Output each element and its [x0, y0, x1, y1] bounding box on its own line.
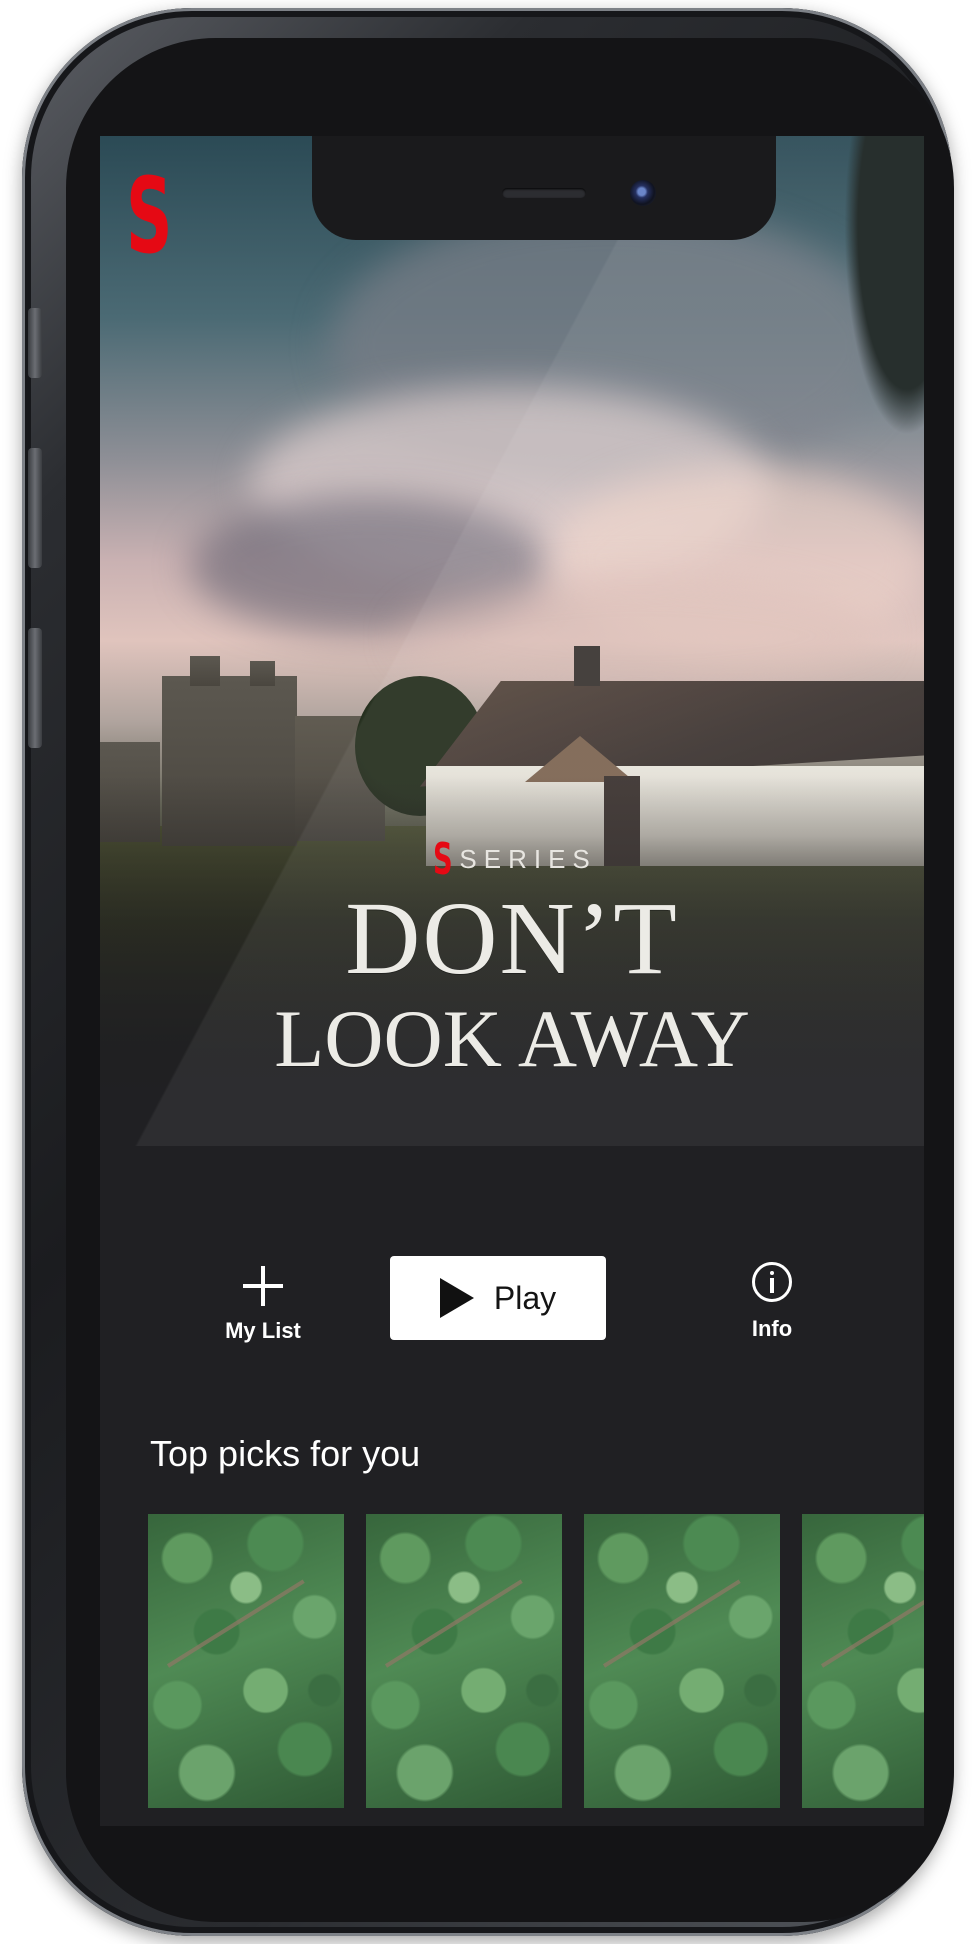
- my-list-label: My List: [225, 1318, 301, 1343]
- title-thumbnail[interactable]: [366, 1514, 562, 1808]
- title-thumbnail[interactable]: [802, 1514, 924, 1808]
- speaker-grille: [502, 188, 586, 198]
- hero-actions: My List Play Info: [100, 1256, 924, 1356]
- info-icon: [752, 1262, 792, 1302]
- hero-tree: [844, 136, 924, 436]
- phone-notch: [312, 136, 776, 240]
- hero-banner[interactable]: S S SERIES DON’T LOOK AWAY: [100, 136, 924, 1146]
- play-button[interactable]: Play: [390, 1256, 606, 1340]
- title-thumbnail[interactable]: [148, 1514, 344, 1808]
- app-screen: S S SERIES DON’T LOOK AWAY My List Play: [100, 136, 924, 1826]
- show-title-line2: LOOK AWAY: [274, 993, 750, 1084]
- info-label: Info: [751, 1316, 793, 1341]
- phone-bezel: S S SERIES DON’T LOOK AWAY My List Play: [66, 38, 954, 1922]
- silent-switch: [28, 308, 42, 378]
- top-picks-row[interactable]: [148, 1514, 924, 1808]
- row-title: Top picks for you: [150, 1433, 421, 1474]
- hero-ruin: [190, 656, 220, 686]
- plus-icon: [243, 1266, 283, 1306]
- hero-cloud: [400, 576, 880, 696]
- show-title-line1: DON’T: [345, 881, 679, 996]
- series-label: SERIES: [459, 844, 597, 874]
- play-icon: [439, 1278, 474, 1318]
- my-list-button[interactable]: My List: [208, 1256, 318, 1356]
- camera-icon: [630, 180, 656, 206]
- phone-device: S S SERIES DON’T LOOK AWAY My List Play: [22, 8, 954, 1936]
- play-label: Play: [493, 1279, 557, 1316]
- hero-ruin: [250, 661, 275, 686]
- volume-up-button: [28, 448, 42, 568]
- brand-logo[interactable]: S: [126, 164, 172, 268]
- hero-barn-chimney: [574, 646, 600, 686]
- series-tag: S SERIES: [100, 834, 924, 885]
- volume-down-button: [28, 628, 42, 748]
- info-button[interactable]: Info: [722, 1256, 822, 1356]
- title-thumbnail[interactable]: [584, 1514, 780, 1808]
- series-logo: S: [433, 834, 453, 885]
